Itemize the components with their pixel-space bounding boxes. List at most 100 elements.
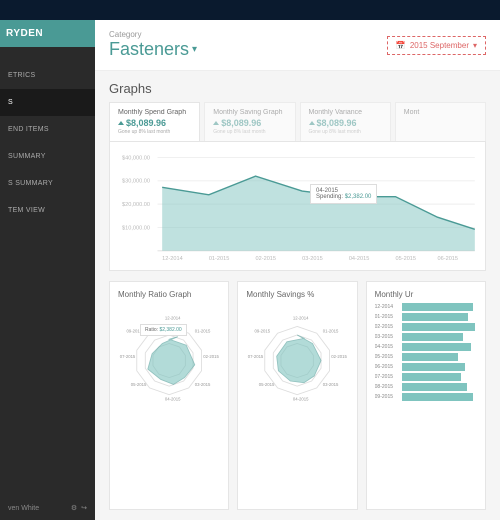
tab-sub: Gone up 8% last month bbox=[309, 129, 382, 135]
savings-chart: Monthly Savings % 12-2014 01-2015 02-201… bbox=[237, 281, 357, 510]
bar-row: 09-2015 bbox=[375, 393, 477, 401]
bar-row: 03-2015 bbox=[375, 333, 477, 341]
date-picker[interactable]: 📅 2015 September ▾ bbox=[387, 36, 486, 55]
section-title: Graphs bbox=[95, 71, 500, 102]
line-chart-svg: $40,000.00 $30,000.00 $20,000.00 $10,000… bbox=[118, 150, 477, 262]
arrow-up-icon bbox=[213, 121, 219, 125]
bar-row: 12-2014 bbox=[375, 303, 477, 311]
tab-variance[interactable]: Monthly Variance $8,089.96 Gone up 8% la… bbox=[300, 102, 391, 141]
nav-spend-items[interactable]: END ITEMS bbox=[0, 116, 95, 143]
svg-text:01-2015: 01-2015 bbox=[195, 328, 211, 333]
radar-chart-svg: 12-2014 01-2015 02-2015 03-2015 04-2015 … bbox=[246, 303, 348, 413]
svg-text:01-2015: 01-2015 bbox=[209, 256, 230, 262]
svg-text:01-2015: 01-2015 bbox=[323, 328, 339, 333]
tab-spend[interactable]: Monthly Spend Graph $8,089.96 Gone up 8%… bbox=[109, 102, 200, 141]
bar-fill bbox=[402, 313, 469, 321]
bar-fill bbox=[402, 353, 458, 361]
nav-item-view[interactable]: TEM VIEW bbox=[0, 197, 95, 224]
bar-label: 12-2014 bbox=[375, 304, 399, 310]
calendar-icon: 📅 bbox=[396, 41, 406, 50]
radar-tooltip: Ratio: $2,382.00 bbox=[140, 324, 187, 336]
radar-chart-svg: 12-2014 01-2015 02-2015 03-2015 04-2015 … bbox=[118, 303, 220, 413]
svg-text:$20,000.00: $20,000.00 bbox=[122, 202, 150, 208]
svg-text:04-2015: 04-2015 bbox=[165, 397, 181, 402]
sidebar: RYDEN ETRICS S END ITEMS SUMMARY S SUMMA… bbox=[0, 20, 95, 520]
date-value: 2015 September bbox=[410, 41, 469, 50]
logout-icon[interactable]: ↪ bbox=[81, 504, 87, 512]
chart-title: Monthly Savings % bbox=[246, 290, 348, 299]
chevron-down-icon: ▾ bbox=[473, 41, 477, 50]
tab-title: Monthly Spend Graph bbox=[118, 109, 191, 116]
bar-label: 08-2015 bbox=[375, 384, 399, 390]
tab-value: $8,089.96 bbox=[221, 118, 261, 128]
svg-text:$10,000.00: $10,000.00 bbox=[122, 225, 150, 231]
tooltip-label: Spending: bbox=[316, 194, 343, 200]
chart-title: Monthly Ur bbox=[375, 290, 477, 299]
svg-text:03-2015: 03-2015 bbox=[302, 256, 323, 262]
tab-value: $8,089.96 bbox=[317, 118, 357, 128]
bar-label: 09-2015 bbox=[375, 394, 399, 400]
nav-summary[interactable]: SUMMARY bbox=[0, 143, 95, 170]
bar-row: 08-2015 bbox=[375, 383, 477, 391]
arrow-up-icon bbox=[118, 121, 124, 125]
main: Category Fasteners ▾ 📅 2015 September ▾ … bbox=[95, 20, 500, 520]
radar-tooltip-label: Ratio: bbox=[145, 327, 158, 333]
header: Category Fasteners ▾ 📅 2015 September ▾ bbox=[95, 20, 500, 71]
svg-text:12-2014: 12-2014 bbox=[165, 316, 181, 321]
bar-fill bbox=[402, 323, 476, 331]
bar-fill bbox=[402, 373, 461, 381]
dropdown-arrow-icon[interactable]: ▾ bbox=[192, 44, 197, 55]
svg-text:12-2014: 12-2014 bbox=[162, 256, 183, 262]
chart-tooltip: 04-2015 Spending: $2,382.00 bbox=[310, 184, 377, 204]
bar-label: 01-2015 bbox=[375, 314, 399, 320]
svg-text:$30,000.00: $30,000.00 bbox=[122, 179, 150, 185]
nav-graphs[interactable]: S bbox=[0, 89, 95, 116]
bar-row: 02-2015 bbox=[375, 323, 477, 331]
main-chart: $40,000.00 $30,000.00 $20,000.00 $10,000… bbox=[109, 141, 486, 271]
bar-row: 06-2015 bbox=[375, 363, 477, 371]
bar-label: 02-2015 bbox=[375, 324, 399, 330]
bar-label: 05-2015 bbox=[375, 354, 399, 360]
svg-text:06-2015: 06-2015 bbox=[438, 256, 459, 262]
bar-label: 04-2015 bbox=[375, 344, 399, 350]
svg-text:05-2015: 05-2015 bbox=[131, 382, 147, 387]
svg-text:02-2015: 02-2015 bbox=[332, 354, 348, 359]
bar-row: 05-2015 bbox=[375, 353, 477, 361]
bar-list: 12-2014 01-2015 02-2015 03-2015 04-2015 … bbox=[375, 303, 477, 413]
nav-s-summary[interactable]: S SUMMARY bbox=[0, 170, 95, 197]
bar-label: 03-2015 bbox=[375, 334, 399, 340]
svg-text:03-2015: 03-2015 bbox=[195, 382, 211, 387]
tab-title: Monthly Saving Graph bbox=[213, 109, 286, 116]
units-chart: Monthly Ur 12-2014 01-2015 02-2015 03-20… bbox=[366, 281, 486, 510]
bar-label: 06-2015 bbox=[375, 364, 399, 370]
tab-saving[interactable]: Monthly Saving Graph $8,089.96 Gone up 8… bbox=[204, 102, 295, 141]
bar-fill bbox=[402, 333, 463, 341]
bar-fill bbox=[402, 383, 467, 391]
bar-label: 07-2015 bbox=[375, 374, 399, 380]
svg-text:05-2015: 05-2015 bbox=[259, 382, 275, 387]
nav-metrics[interactable]: ETRICS bbox=[0, 62, 95, 89]
svg-text:09-2015: 09-2015 bbox=[255, 328, 271, 333]
bar-fill bbox=[402, 343, 472, 351]
bar-row: 01-2015 bbox=[375, 313, 477, 321]
gear-icon[interactable]: ⚙ bbox=[71, 504, 77, 512]
tooltip-value: $2,382.00 bbox=[345, 194, 372, 200]
nav: ETRICS S END ITEMS SUMMARY S SUMMARY TEM… bbox=[0, 47, 95, 496]
bar-row: 04-2015 bbox=[375, 343, 477, 351]
svg-text:05-2015: 05-2015 bbox=[396, 256, 417, 262]
small-charts-row: Monthly Ratio Graph 12-2014 01-2015 02-2… bbox=[95, 271, 500, 520]
tab-title: Monthly Variance bbox=[309, 109, 382, 116]
bar-fill bbox=[402, 363, 465, 371]
brand-logo: RYDEN bbox=[0, 20, 95, 47]
svg-text:12-2014: 12-2014 bbox=[293, 316, 309, 321]
svg-text:04-2015: 04-2015 bbox=[349, 256, 370, 262]
tab-value: $8,089.96 bbox=[126, 118, 166, 128]
category-label: Category bbox=[109, 30, 197, 39]
bar-fill bbox=[402, 303, 474, 311]
svg-text:02-2015: 02-2015 bbox=[203, 354, 219, 359]
category-name[interactable]: Fasteners bbox=[109, 39, 189, 60]
tab-more[interactable]: Mont bbox=[395, 102, 486, 141]
tab-title: Mont bbox=[404, 109, 477, 116]
svg-text:07-2015: 07-2015 bbox=[248, 354, 264, 359]
svg-text:$40,000.00: $40,000.00 bbox=[122, 155, 150, 161]
